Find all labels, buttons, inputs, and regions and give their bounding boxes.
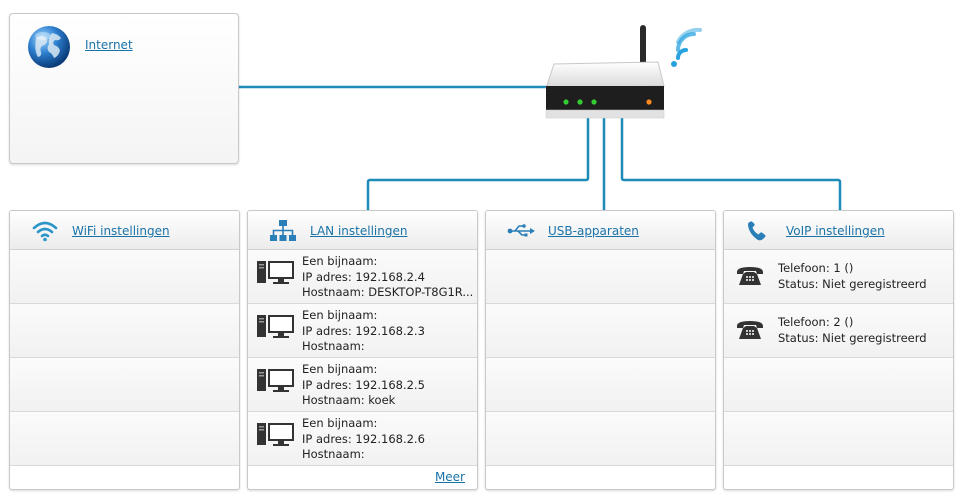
more-link[interactable]: Meer [435,470,465,484]
phone-row[interactable]: Telefoon: 1 () Status: Niet geregistreer… [724,250,953,304]
usb-panel-header: USB-apparaten [486,211,715,250]
list-item [724,412,953,466]
device-nickname: Een bijnaam: [302,416,378,430]
usb-panel: USB-apparaten [485,210,716,490]
wifi-signal-icon [676,27,702,60]
device-hostname: Hostnaam: DESKTOP-T8G1R... [302,285,474,299]
usb-devices-link[interactable]: USB-apparaten [548,224,639,238]
lan-device-info: Een bijnaam: IP adres: 192.168.2.3 Hostn… [302,308,474,355]
lan-settings-link[interactable]: LAN instellingen [310,224,407,238]
device-ip: IP adres: 192.168.2.6 [302,431,425,446]
lan-device-row[interactable]: Een bijnaam: IP adres: 192.168.2.6 Hostn… [248,412,477,466]
lan-panel-header: LAN instellingen [248,211,477,250]
telephone-icon [737,321,763,339]
internet-box: Internet [9,13,239,164]
voip-settings-link[interactable]: VoIP instellingen [786,224,885,238]
usb-icon [507,224,535,237]
list-item [724,358,953,412]
wifi-panel-header: WiFi instellingen [10,211,239,250]
device-nickname: Een bijnaam: [302,308,378,322]
computer-icon [257,423,294,446]
device-hostname: Hostnaam: koek [302,393,396,407]
phone-info: Telefoon: 2 () Status: Niet geregistreer… [778,315,950,346]
device-hostname: Hostnaam: [302,447,365,461]
computer-icon [257,369,294,392]
wifi-settings-link[interactable]: WiFi instellingen [72,224,170,238]
list-item [486,358,715,412]
lan-device-row[interactable]: Een bijnaam: IP adres: 192.168.2.3 Hostn… [248,304,477,358]
phone-row[interactable]: Telefoon: 2 () Status: Niet geregistreer… [724,304,953,358]
device-nickname: Een bijnaam: [302,362,378,376]
phone-status: Status: Niet geregistreerd [778,330,927,345]
list-item [10,250,239,304]
list-item [486,304,715,358]
list-item [486,412,715,466]
phone-icon [748,221,766,241]
lan-device-info: Een bijnaam: IP adres: 192.168.2.6 Hostn… [302,416,474,463]
computer-icon [257,261,294,284]
computer-icon [257,315,294,338]
lan-device-info: Een bijnaam: IP adres: 192.168.2.5 Hostn… [302,362,474,409]
wifi-panel: WiFi instellingen [9,210,240,490]
voip-line [620,118,842,210]
lan-device-info: Een bijnaam: IP adres: 192.168.2.4 Hostn… [302,254,474,301]
device-ip: IP adres: 192.168.2.5 [302,377,425,392]
device-nickname: Een bijnaam: [302,254,378,268]
voip-panel: VoIP instellingen Telefoon: 1 () Status:… [723,210,954,490]
list-item [10,412,239,466]
phone-info: Telefoon: 1 () Status: Niet geregistreer… [778,261,950,292]
phone-line: Telefoon: 1 () [778,261,854,275]
device-ip: IP adres: 192.168.2.4 [302,269,425,284]
list-item [10,304,239,358]
phone-line: Telefoon: 2 () [778,315,854,329]
lan-device-row[interactable]: Een bijnaam: IP adres: 192.168.2.5 Hostn… [248,358,477,412]
device-hostname: Hostnaam: [302,339,365,353]
voip-panel-header: VoIP instellingen [724,211,953,250]
internet-link[interactable]: Internet [85,38,133,52]
globe-icon [28,26,70,68]
wifi-icon [32,221,58,242]
list-item [486,250,715,304]
telephone-icon [737,267,763,285]
router-icon [545,25,702,119]
lan-panel: LAN instellingen Een bijnaam: IP adres: … [247,210,478,490]
list-item [10,358,239,412]
wifi-line [366,118,590,210]
phone-status: Status: Niet geregistreerd [778,276,927,291]
lan-device-row[interactable]: Een bijnaam: IP adres: 192.168.2.4 Hostn… [248,250,477,304]
device-ip: IP adres: 192.168.2.3 [302,323,425,338]
network-icon [270,220,296,241]
